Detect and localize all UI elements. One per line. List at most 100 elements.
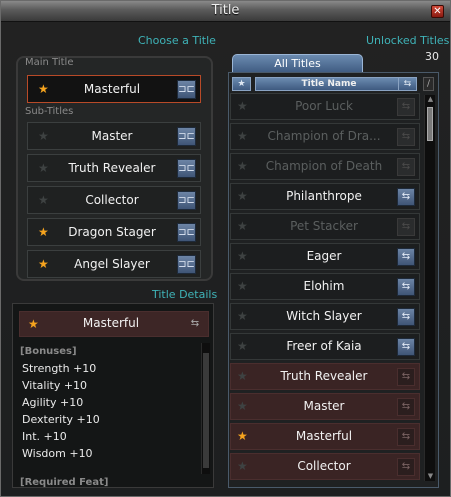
title-list-row[interactable]: ★ Freer of Kaia ⇆ [230, 333, 420, 360]
bonus-line: Wisdom +10 [22, 447, 93, 460]
sub-title-slot[interactable]: ★ Truth Revealer ⊐⊏ [27, 154, 201, 182]
equip-icon[interactable]: ⇆ [397, 128, 415, 146]
title-name: Truth Revealer [280, 369, 368, 383]
unequip-icon[interactable]: ⊐⊏ [177, 127, 196, 146]
star-icon[interactable]: ★ [237, 429, 248, 443]
title-name: Pet Stacker [290, 219, 358, 233]
title-list-row[interactable]: ★ Elohim ⇆ [230, 273, 420, 300]
unequip-icon[interactable]: ⊐⊏ [177, 223, 196, 242]
bonus-line: Dexterity +10 [22, 413, 100, 426]
close-icon[interactable]: ✕ [431, 5, 444, 18]
sort-by-star-button[interactable]: ★ [232, 77, 251, 91]
title-list-row[interactable]: ★ Collector ⇆ [230, 453, 420, 480]
sub-title-slot[interactable]: ★ Angel Slayer ⊐⊏ [27, 250, 201, 278]
detail-title-name: Masterful [82, 316, 140, 330]
title-list-row[interactable]: ★ Masterful ⇆ [230, 423, 420, 450]
title-list-scrollbar[interactable]: ▲ ▼ [424, 95, 435, 481]
star-icon[interactable]: ★ [38, 82, 49, 96]
details-scrollbar[interactable] [201, 343, 210, 474]
title-name: Elohim [303, 279, 345, 293]
title-list-scroll-thumb[interactable] [427, 107, 433, 141]
star-icon[interactable]: ★ [237, 249, 248, 263]
edit-icon[interactable]: / [423, 77, 434, 91]
star-icon[interactable]: ★ [237, 279, 248, 293]
title-list-row[interactable]: ★ Champion of Dra... ⇆ [230, 123, 420, 150]
star-icon[interactable]: ★ [38, 129, 49, 143]
unequip-icon[interactable]: ⊐⊏ [177, 80, 196, 99]
equip-icon[interactable]: ⇆ [397, 428, 415, 446]
main-title-slot[interactable]: ★ Masterful ⊐⊏ [27, 75, 201, 103]
scroll-down-icon[interactable]: ▼ [426, 472, 435, 481]
sort-by-name-button[interactable]: Title Name [255, 77, 403, 91]
equip-icon[interactable]: ⇆ [397, 458, 415, 476]
scroll-up-icon[interactable]: ▲ [426, 95, 435, 104]
title-name: Master [303, 399, 345, 413]
equip-icon[interactable]: ⇆ [397, 98, 415, 116]
main-title-label: Main Title [25, 57, 74, 68]
sub-title-name: Collector [85, 193, 139, 207]
equip-icon[interactable]: ⇆ [397, 158, 415, 176]
swap-icon[interactable]: ⇆ [398, 77, 417, 91]
sub-title-name: Dragon Stager [68, 225, 156, 239]
detail-title-row: ★ Masterful ⇆ [19, 311, 209, 337]
title-name: Freer of Kaia [286, 339, 362, 353]
sub-title-name: Truth Revealer [68, 161, 156, 175]
title-list-header: ★ Title Name ⇆ / [230, 77, 436, 91]
equip-icon[interactable]: ⇆ [397, 188, 415, 206]
star-icon[interactable]: ★ [237, 189, 248, 203]
details-scroll-thumb[interactable] [203, 353, 209, 468]
bonus-line: Strength +10 [22, 362, 97, 375]
star-icon[interactable]: ★ [237, 399, 248, 413]
unequip-icon[interactable]: ⊐⊏ [177, 191, 196, 210]
star-icon[interactable]: ★ [237, 339, 248, 353]
equip-icon[interactable]: ⇆ [397, 338, 415, 356]
sub-title-name: Master [91, 129, 133, 143]
window-titlebar[interactable]: Title ✕ [1, 1, 450, 22]
sub-title-slot[interactable]: ★ Master ⊐⊏ [27, 122, 201, 150]
star-icon[interactable]: ★ [38, 161, 49, 175]
title-list-row[interactable]: ★ Witch Slayer ⇆ [230, 303, 420, 330]
equip-icon[interactable]: ⇆ [397, 368, 415, 386]
equip-icon[interactable]: ⇆ [397, 308, 415, 326]
equip-icon[interactable]: ⇆ [397, 278, 415, 296]
star-icon[interactable]: ★ [237, 369, 248, 383]
title-name: Champion of Dra... [267, 129, 381, 143]
main-title-name: Masterful [83, 82, 141, 96]
star-icon[interactable]: ★ [237, 459, 248, 473]
equip-icon[interactable]: ⇆ [397, 398, 415, 416]
link-icon[interactable]: ⇆ [188, 317, 202, 331]
title-name: Collector [297, 459, 351, 473]
star-icon[interactable]: ★ [237, 219, 248, 233]
star-icon[interactable]: ★ [237, 309, 248, 323]
star-icon[interactable]: ★ [38, 193, 49, 207]
title-details-header: Title Details [152, 288, 218, 301]
choose-title-header: Choose a Title [138, 34, 216, 47]
title-name: Champion of Death [265, 159, 383, 173]
star-icon[interactable]: ★ [237, 159, 248, 173]
sub-title-slot[interactable]: ★ Dragon Stager ⊐⊏ [27, 218, 201, 246]
title-name: Poor Luck [295, 99, 353, 113]
title-list-row[interactable]: ★ Poor Luck ⇆ [230, 93, 420, 120]
title-list-row[interactable]: ★ Eager ⇆ [230, 243, 420, 270]
title-list-row[interactable]: ★ Champion of Death ⇆ [230, 153, 420, 180]
star-icon[interactable]: ★ [237, 129, 248, 143]
equip-icon[interactable]: ⇆ [397, 248, 415, 266]
bonus-line: Vitality +10 [22, 379, 88, 392]
unlocked-count: 30 [425, 50, 439, 63]
title-list-row[interactable]: ★ Pet Stacker ⇆ [230, 213, 420, 240]
title-list-row[interactable]: ★ Master ⇆ [230, 393, 420, 420]
unequip-icon[interactable]: ⊐⊏ [177, 159, 196, 178]
equip-icon[interactable]: ⇆ [397, 218, 415, 236]
title-name: Eager [306, 249, 342, 263]
sub-title-slot[interactable]: ★ Collector ⊐⊏ [27, 186, 201, 214]
star-icon[interactable]: ★ [38, 257, 49, 271]
star-icon[interactable]: ★ [38, 225, 49, 239]
unequip-icon[interactable]: ⊐⊏ [177, 255, 196, 274]
title-list-row[interactable]: ★ Truth Revealer ⇆ [230, 363, 420, 390]
title-name: Witch Slayer [286, 309, 362, 323]
tab-all-titles[interactable]: All Titles [232, 54, 363, 73]
star-icon: ★ [28, 317, 39, 331]
title-list-row[interactable]: ★ Philanthrope ⇆ [230, 183, 420, 210]
unlocked-titles-header: Unlocked Titles [366, 34, 450, 47]
star-icon[interactable]: ★ [237, 99, 248, 113]
